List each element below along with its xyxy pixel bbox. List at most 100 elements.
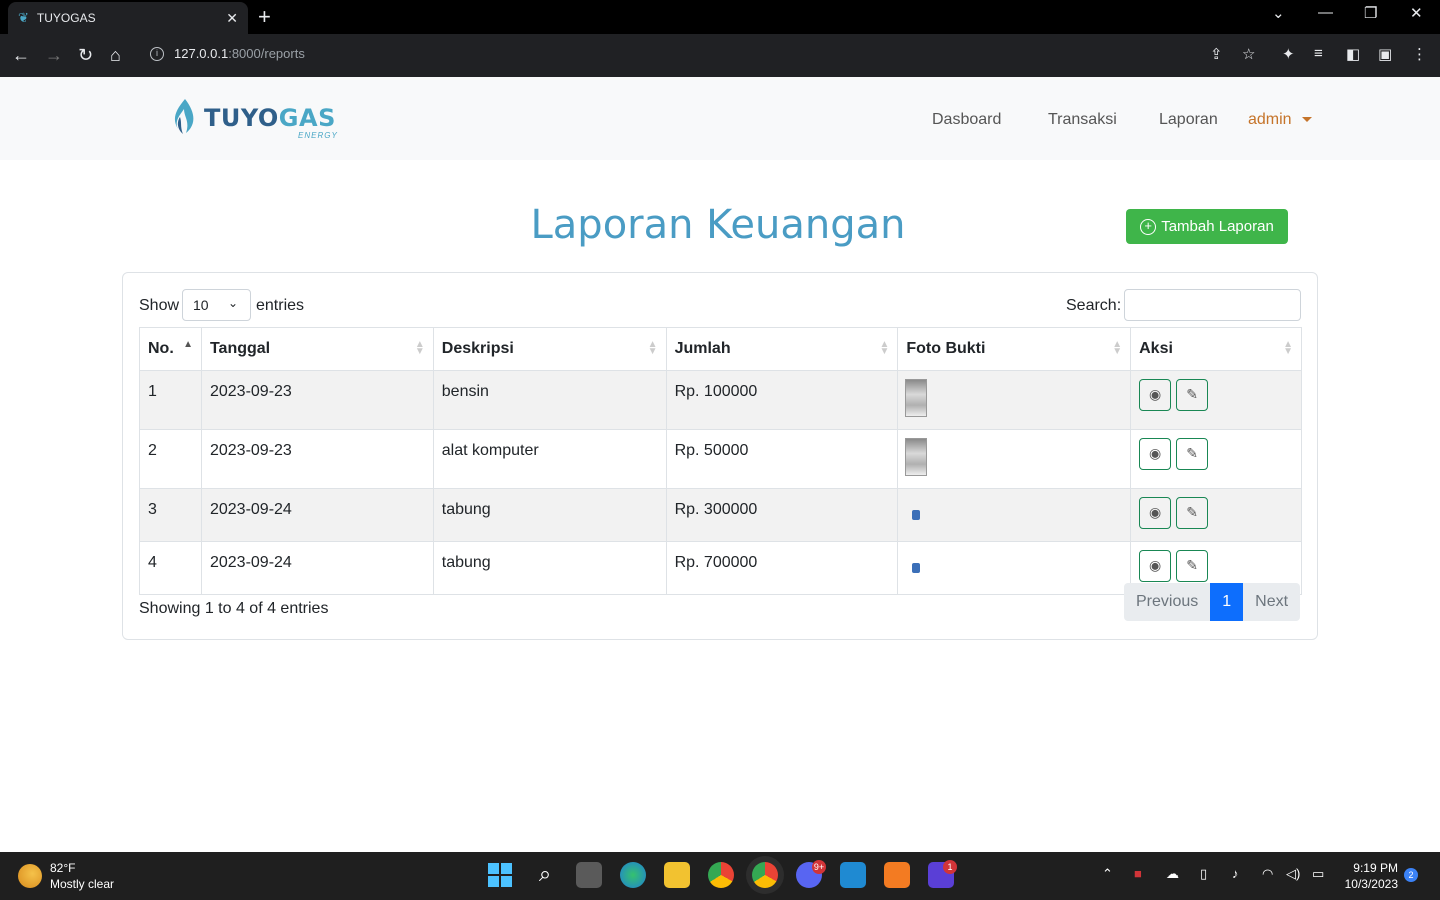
battery-icon[interactable]: ▭ [1312, 866, 1324, 882]
add-report-button[interactable]: + Tambah Laporan [1126, 209, 1288, 244]
cell-tanggal: 2023-09-23 [200, 429, 434, 489]
url-host: 127.0.0.1 [174, 46, 229, 61]
weather-moon-icon[interactable] [18, 864, 42, 888]
entries-label: entries [256, 297, 305, 314]
volume-icon[interactable]: ◁) [1286, 866, 1300, 882]
col-header-deskripsi[interactable]: Deskripsi ▲ ▼ [432, 327, 667, 371]
user-dropdown[interactable]: admin [1248, 111, 1312, 129]
close-window-icon[interactable]: ✕ [1410, 4, 1423, 22]
cell-foto [897, 429, 1132, 489]
xampp-icon[interactable] [884, 862, 910, 888]
reload-icon[interactable]: ↻ [78, 43, 93, 67]
wifi-icon[interactable]: ◠ [1262, 866, 1273, 882]
side-panel-icon[interactable]: ◧ [1346, 45, 1360, 63]
onedrive-icon[interactable]: ☁ [1166, 866, 1179, 882]
profile-icon[interactable]: ▣ [1378, 45, 1392, 63]
tab-search-icon[interactable]: ⌄ [1272, 4, 1285, 22]
search-input[interactable] [1124, 289, 1301, 321]
tray-app-icon[interactable]: ■ [1134, 866, 1142, 881]
browser-toolbar: ← → ↻ ⌂ i 127.0.0.1:8000/reports ⇪ ☆ ✦ ≡… [0, 34, 1440, 77]
col-header-no[interactable]: No. ▲ [139, 327, 202, 371]
brand-subtitle: ENERGY [298, 131, 338, 140]
task-view-icon[interactable] [576, 862, 602, 888]
home-icon[interactable]: ⌂ [110, 43, 121, 67]
browser-tab-strip: ❦ TUYOGAS ✕ + ⌄ — ❐ ✕ [0, 0, 1440, 34]
notification-count[interactable]: 2 [1404, 868, 1418, 882]
browser-tab[interactable]: ❦ TUYOGAS ✕ [8, 2, 248, 34]
cell-no: 1 [139, 370, 202, 430]
pagination-next[interactable]: Next [1243, 583, 1301, 621]
table-header-row: No. ▲ Tanggal ▲ ▼ Deskripsi ▲ ▼ Jumlah ▲ ▼ Foto… [139, 327, 1302, 371]
receipt-photo[interactable] [912, 563, 921, 573]
cell-tanggal: 2023-09-24 [200, 488, 434, 542]
nav-laporan[interactable]: Laporan [1159, 111, 1218, 129]
tray-chevron-up-icon[interactable]: ⌃ [1102, 866, 1113, 882]
menu-kebab-icon[interactable]: ⋮ [1412, 45, 1427, 63]
chrome-icon[interactable] [708, 862, 734, 888]
col-header-foto-bukti[interactable]: Foto Bukti ▲ ▼ [897, 327, 1132, 371]
minimize-icon[interactable]: — [1318, 4, 1333, 21]
cell-foto [897, 541, 1132, 595]
cell-no: 3 [139, 488, 202, 542]
media-controls-icon[interactable]: ≡ [1314, 45, 1323, 62]
receipt-photo[interactable] [905, 379, 928, 417]
sort-icon: ▲ ▼ [879, 339, 890, 357]
weather-temp: 82°F [50, 861, 76, 875]
windows-start-icon[interactable] [487, 862, 513, 888]
receipt-photo[interactable] [912, 510, 921, 520]
brand-name: TUYOGAS [204, 104, 336, 132]
forward-icon[interactable]: → [45, 43, 63, 67]
chevron-down-icon: ⌄ [227, 296, 238, 310]
site-info-icon[interactable]: i [150, 46, 164, 61]
back-icon[interactable]: ← [12, 43, 30, 67]
nav-dasboard[interactable]: Dasboard [932, 111, 1001, 129]
view-button[interactable]: ◉ [1139, 497, 1172, 529]
edit-button[interactable]: ✎ [1176, 497, 1209, 529]
edge-browser-icon[interactable] [620, 862, 646, 888]
edit-button[interactable]: ✎ [1176, 550, 1209, 582]
view-button[interactable]: ◉ [1139, 550, 1172, 582]
file-explorer-icon[interactable] [664, 862, 690, 888]
user-name: admin [1248, 111, 1292, 128]
edit-icon: ✎ [1186, 557, 1198, 573]
restore-icon[interactable]: ❐ [1364, 4, 1377, 22]
extensions-icon[interactable]: ✦ [1282, 45, 1295, 63]
search-icon[interactable]: ⌕ [532, 862, 558, 888]
nav-transaksi[interactable]: Transaksi [1048, 111, 1117, 129]
tab-title: TUYOGAS [36, 11, 96, 25]
flame-logo-icon [174, 99, 194, 134]
col-header-jumlah[interactable]: Jumlah ▲ ▼ [665, 327, 899, 371]
microphone-icon[interactable]: ♪ [1232, 866, 1239, 881]
view-button[interactable]: ◉ [1139, 438, 1172, 470]
edit-button[interactable]: ✎ [1176, 438, 1209, 470]
edit-button[interactable]: ✎ [1176, 379, 1209, 411]
chrome-active-icon[interactable] [752, 862, 778, 888]
bookmark-star-icon[interactable]: ☆ [1242, 45, 1255, 63]
col-header-tanggal[interactable]: Tanggal ▲ ▼ [200, 327, 434, 371]
pagination-page-1[interactable]: 1 [1210, 583, 1244, 621]
sort-icon: ▲ ▼ [1283, 339, 1293, 357]
address-bar[interactable]: i 127.0.0.1:8000/reports [150, 46, 305, 61]
receipt-photo[interactable] [905, 438, 928, 476]
cell-deskripsi: tabung [432, 488, 667, 542]
eye-icon: ◉ [1149, 557, 1162, 573]
share-icon[interactable]: ⇪ [1210, 45, 1223, 63]
col-header-aksi[interactable]: Aksi ▲ ▼ [1130, 327, 1302, 371]
usb-icon[interactable]: ▯ [1200, 866, 1207, 882]
reports-card: Show 10 ⌄ entries Search: No. ▲ Tanggal ▲ ▼… [122, 272, 1318, 640]
entries-length-select[interactable]: 10 ⌄ [182, 289, 251, 321]
cell-jumlah: Rp. 100000 [665, 370, 899, 430]
add-report-label: Tambah Laporan [1161, 218, 1274, 235]
view-button[interactable]: ◉ [1139, 379, 1172, 411]
vscode-icon[interactable] [840, 862, 866, 888]
cell-aksi: ◉ ✎ [1130, 370, 1302, 430]
pagination-previous[interactable]: Previous [1124, 583, 1211, 621]
sort-icon: ▲ ▼ [414, 339, 425, 357]
clock-time: 9:19 PM [1353, 861, 1398, 875]
tab-close-icon[interactable]: ✕ [226, 10, 238, 27]
brand-logo[interactable]: TUYOGAS ENERGY [170, 97, 338, 140]
caret-down-icon [1301, 117, 1312, 123]
new-tab-button[interactable]: + [258, 4, 271, 30]
cell-jumlah: Rp. 700000 [665, 541, 899, 595]
system-clock[interactable]: 9:19 PM 10/3/2023 [1338, 860, 1398, 892]
